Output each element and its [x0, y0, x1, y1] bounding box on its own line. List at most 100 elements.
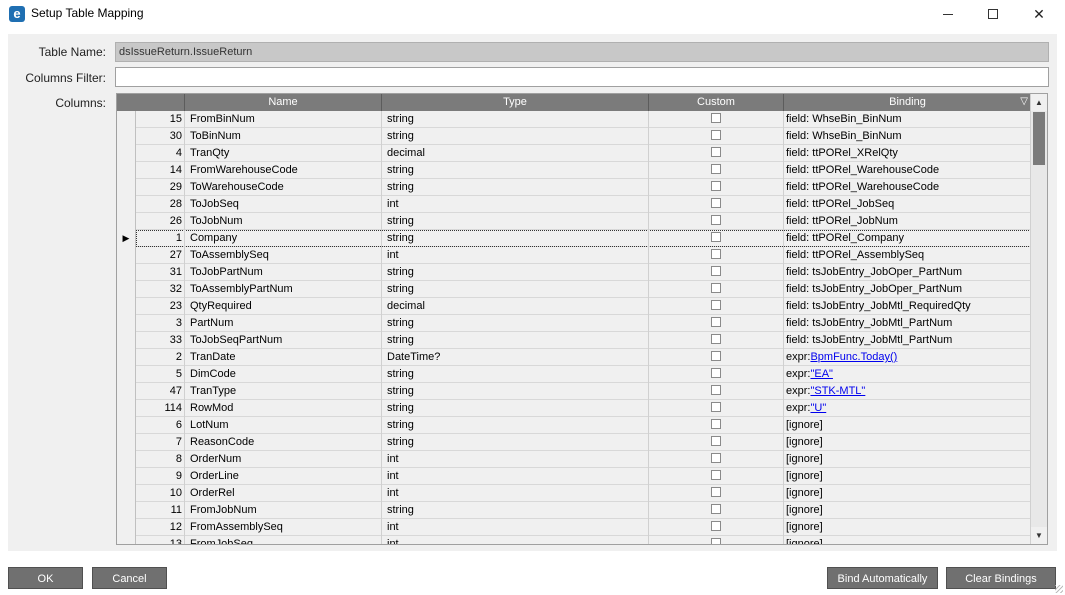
vertical-scrollbar[interactable]: ▲ ▼	[1030, 94, 1047, 544]
table-row[interactable]: 3 PartNum string field: tsJobEntry_JobMtl_P…	[117, 315, 1031, 332]
table-row[interactable]: 8 OrderNum int [ignore]	[117, 451, 1031, 468]
custom-checkbox[interactable]	[711, 283, 721, 294]
table-row[interactable]: 26 ToJobNum string field: ttPORel_JobNum	[117, 213, 1031, 230]
custom-checkbox[interactable]	[711, 317, 721, 328]
custom-checkbox[interactable]	[711, 249, 721, 260]
cancel-button[interactable]: Cancel	[92, 567, 167, 589]
row-selector[interactable]	[117, 468, 136, 485]
row-selector[interactable]	[117, 519, 136, 536]
custom-checkbox[interactable]	[711, 453, 721, 464]
row-selector[interactable]	[117, 451, 136, 468]
custom-checkbox[interactable]	[711, 436, 721, 447]
table-row[interactable]: 15 FromBinNum string field: WhseBin_BinNum	[117, 111, 1031, 128]
row-selector[interactable]	[117, 485, 136, 502]
scroll-up-icon[interactable]: ▲	[1031, 94, 1047, 111]
bind-automatically-button[interactable]: Bind Automatically	[827, 567, 938, 589]
table-row[interactable]: 28 ToJobSeq int field: ttPORel_JobSeq	[117, 196, 1031, 213]
row-selector[interactable]	[117, 502, 136, 519]
binding-expression-link[interactable]: BpmFunc.Today()	[810, 351, 897, 363]
row-selector[interactable]	[117, 247, 136, 264]
table-row[interactable]: ▶ 1 Company string field: ttPORel_Company	[117, 230, 1031, 247]
custom-checkbox[interactable]	[711, 521, 721, 532]
table-row[interactable]: 31 ToJobPartNum string field: tsJobEntry_Jo…	[117, 264, 1031, 281]
table-row[interactable]: 23 QtyRequired decimal field: tsJobEntry_Jo…	[117, 298, 1031, 315]
custom-checkbox[interactable]	[711, 334, 721, 345]
table-row[interactable]: 7 ReasonCode string [ignore]	[117, 434, 1031, 451]
custom-checkbox[interactable]	[711, 368, 721, 379]
table-row[interactable]: 33 ToJobSeqPartNum string field: tsJobEntry…	[117, 332, 1031, 349]
custom-checkbox[interactable]	[711, 402, 721, 413]
row-selector[interactable]	[117, 128, 136, 145]
binding-expression-link[interactable]: "STK-MTL"	[810, 385, 865, 397]
table-row[interactable]: 14 FromWarehouseCode string field: ttPORel_…	[117, 162, 1031, 179]
custom-checkbox[interactable]	[711, 130, 721, 141]
row-selector[interactable]	[117, 315, 136, 332]
row-selector[interactable]	[117, 264, 136, 281]
resize-grip-icon[interactable]	[1055, 585, 1063, 593]
row-selector[interactable]	[117, 434, 136, 451]
row-selector[interactable]	[117, 111, 136, 128]
table-row[interactable]: 114 RowMod string expr:"U"	[117, 400, 1031, 417]
table-row[interactable]: 9 OrderLine int [ignore]	[117, 468, 1031, 485]
custom-checkbox[interactable]	[711, 181, 721, 192]
custom-checkbox[interactable]	[711, 487, 721, 498]
custom-checkbox[interactable]	[711, 470, 721, 481]
row-selector[interactable]	[117, 349, 136, 366]
custom-checkbox[interactable]	[711, 215, 721, 226]
table-row[interactable]: 30 ToBinNum string field: WhseBin_BinNum	[117, 128, 1031, 145]
header-binding[interactable]: Binding ▽	[784, 94, 1031, 111]
row-selector[interactable]	[117, 196, 136, 213]
table-row[interactable]: 27 ToAssemblySeq int field: ttPORel_Assembl…	[117, 247, 1031, 264]
minimize-button[interactable]	[925, 0, 971, 28]
row-selector[interactable]	[117, 162, 136, 179]
table-row[interactable]: 4 TranQty decimal field: ttPORel_XRelQty	[117, 145, 1031, 162]
header-name[interactable]: Name	[185, 94, 382, 111]
row-selector[interactable]	[117, 145, 136, 162]
custom-checkbox[interactable]	[711, 300, 721, 311]
custom-checkbox[interactable]	[711, 538, 721, 544]
row-selector[interactable]	[117, 536, 136, 544]
table-row[interactable]: 10 OrderRel int [ignore]	[117, 485, 1031, 502]
row-selector[interactable]	[117, 281, 136, 298]
row-selector[interactable]	[117, 179, 136, 196]
table-row[interactable]: 32 ToAssemblyPartNum string field: tsJobEnt…	[117, 281, 1031, 298]
row-selector[interactable]	[117, 383, 136, 400]
scrollbar-thumb[interactable]	[1033, 112, 1045, 165]
table-row[interactable]: 13 FromJobSeq int [ignore]	[117, 536, 1031, 544]
table-row[interactable]: 5 DimCode string expr:"EA"	[117, 366, 1031, 383]
table-row[interactable]: 29 ToWarehouseCode string field: ttPORel_Wa…	[117, 179, 1031, 196]
table-row[interactable]: 6 LotNum string [ignore]	[117, 417, 1031, 434]
close-button[interactable]: ✕	[1016, 0, 1062, 28]
custom-checkbox[interactable]	[711, 147, 721, 158]
table-row[interactable]: 12 FromAssemblySeq int [ignore]	[117, 519, 1031, 536]
binding-expression-link[interactable]: "U"	[810, 402, 826, 414]
custom-checkbox[interactable]	[711, 113, 721, 124]
binding-expression-link[interactable]: "EA"	[810, 368, 832, 380]
table-row[interactable]: 47 TranType string expr:"STK-MTL"	[117, 383, 1031, 400]
row-selector[interactable]	[117, 213, 136, 230]
custom-checkbox[interactable]	[711, 385, 721, 396]
row-selector[interactable]	[117, 332, 136, 349]
columns-filter-input[interactable]	[115, 67, 1049, 87]
row-selector[interactable]	[117, 298, 136, 315]
ok-button[interactable]: OK	[8, 567, 83, 589]
custom-checkbox[interactable]	[711, 164, 721, 175]
clear-bindings-button[interactable]: Clear Bindings	[946, 567, 1056, 589]
custom-checkbox[interactable]	[711, 266, 721, 277]
header-type[interactable]: Type	[382, 94, 649, 111]
row-selector[interactable]	[117, 366, 136, 383]
maximize-button[interactable]	[970, 0, 1016, 28]
custom-checkbox[interactable]	[711, 232, 721, 243]
custom-checkbox[interactable]	[711, 419, 721, 430]
columns-grid[interactable]: Name Type Custom Binding ▽ 15 FromBinNum s…	[116, 93, 1048, 545]
header-custom[interactable]: Custom	[649, 94, 784, 111]
custom-checkbox[interactable]	[711, 198, 721, 209]
row-selector[interactable]: ▶	[117, 230, 136, 247]
custom-checkbox[interactable]	[711, 351, 721, 362]
filter-icon[interactable]: ▽	[1020, 94, 1028, 110]
row-selector[interactable]	[117, 417, 136, 434]
scroll-down-icon[interactable]: ▼	[1031, 527, 1047, 544]
custom-checkbox[interactable]	[711, 504, 721, 515]
table-row[interactable]: 2 TranDate DateTime? expr:BpmFunc.Today()	[117, 349, 1031, 366]
table-row[interactable]: 11 FromJobNum string [ignore]	[117, 502, 1031, 519]
